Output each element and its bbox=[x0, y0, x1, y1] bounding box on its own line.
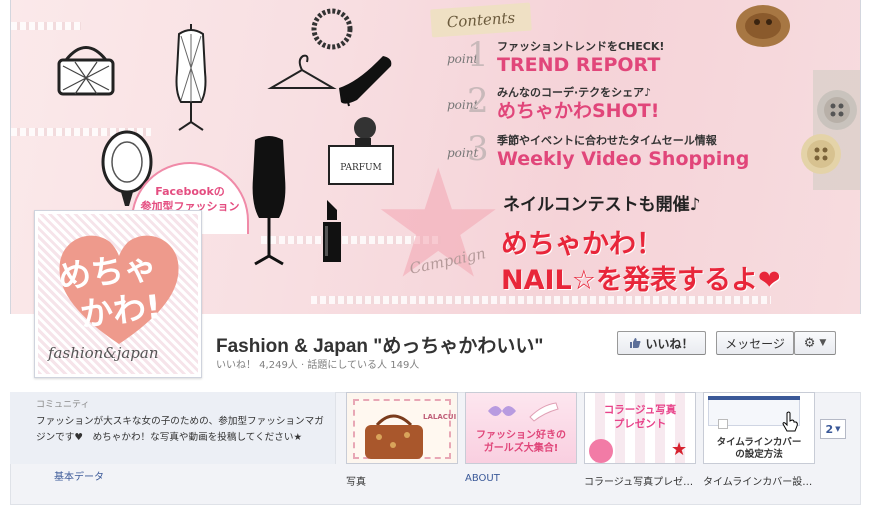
point-title: Weekly Video Shopping bbox=[497, 148, 750, 170]
collage-present-tile[interactable]: コラージュ写真 プレゼント ★ bbox=[584, 392, 696, 464]
photos-tile-label[interactable]: 写真 bbox=[346, 473, 460, 488]
basic-data-link[interactable]: 基本データ bbox=[54, 468, 104, 483]
lace-decoration bbox=[11, 22, 81, 30]
chevron-down-icon: ▼ bbox=[835, 425, 841, 433]
tile-art-text: LALACUI bbox=[423, 413, 457, 421]
necklace-illustration bbox=[311, 8, 353, 50]
collage-present-tile-label[interactable]: コラージュ写真プレゼ… bbox=[584, 473, 698, 488]
point-subtitle: みんなのコーデ·テクをシェア♪ bbox=[497, 86, 652, 99]
timeline-cover-tile-label[interactable]: タイムラインカバー設… bbox=[703, 473, 817, 488]
point-number: 2 bbox=[467, 81, 489, 121]
hand-cursor-icon bbox=[782, 411, 798, 432]
black-dress-form-illustration bbox=[252, 130, 286, 266]
point-1: point 1 ファッショントレンドをCHECK! TREND REPORT bbox=[447, 38, 664, 76]
perfume-illustration: PARFUM bbox=[328, 117, 394, 185]
nail-contest-heading: ネイルコンテストも開催♪ bbox=[503, 195, 701, 215]
message-label: メッセージ bbox=[725, 336, 785, 351]
tile-art-line-1: ファッション好きの bbox=[476, 430, 566, 441]
category-label: コミュニティ bbox=[36, 400, 90, 410]
bag-photo-icon bbox=[365, 414, 423, 459]
more-count: 2 bbox=[825, 422, 834, 436]
timeline-cover-tile[interactable]: タイムラインカバー の設定方法 bbox=[703, 392, 815, 464]
like-button[interactable]: いいね！ bbox=[617, 331, 706, 355]
high-heel-illustration bbox=[339, 56, 392, 107]
flower-decoration bbox=[589, 439, 613, 463]
point-3: point 3 季節やイベントに合わせたタイムセール情報 Weekly Vide… bbox=[447, 132, 749, 170]
point-title: TREND REPORT bbox=[497, 54, 661, 76]
page-stats: いいね！ 4,249人 · 話題にしている人 149人 bbox=[216, 360, 420, 371]
tile-art-line-2: プレゼント bbox=[613, 418, 667, 430]
thumbs-up-icon bbox=[630, 338, 641, 348]
logo-subtitle: fashion&japan bbox=[48, 344, 159, 362]
like-label: いいね！ bbox=[645, 336, 694, 351]
logo-text: めちゃ かわ! bbox=[56, 247, 163, 337]
profile-picture[interactable]: めちゃ かわ! fashion&japan bbox=[34, 210, 202, 378]
point-subtitle: 季節やイベントに合わせたタイムセール情報 bbox=[497, 134, 717, 147]
tile-art-line-1: コラージュ写真 bbox=[603, 404, 677, 416]
nail-headline-line2: NAIL☆を発表するよ❤ bbox=[501, 265, 781, 296]
contents-tag: Contents bbox=[430, 2, 532, 38]
gear-icon: ⚙ bbox=[803, 335, 816, 351]
point-number: 3 bbox=[467, 129, 489, 169]
perfume-label: PARFUM bbox=[340, 163, 382, 173]
about-summary[interactable]: コミュニティ ファッションが大スキな女の子のための、参加型ファッションマガジンで… bbox=[10, 392, 336, 464]
ribbon-shoe-icon bbox=[488, 402, 559, 422]
hanger-illustration bbox=[267, 54, 337, 89]
handbag-illustration bbox=[57, 46, 115, 96]
tile-art-line-2: ガールズ大集合! bbox=[483, 443, 559, 454]
point-number: 1 bbox=[467, 35, 489, 75]
message-button[interactable]: メッセージ bbox=[716, 331, 794, 355]
buttons-illustration bbox=[801, 70, 860, 190]
badge-line-1: Facebookの bbox=[155, 185, 225, 198]
point-subtitle: ファッショントレンドをCHECK! bbox=[497, 40, 665, 53]
wood-button-illustration bbox=[736, 5, 790, 47]
tile-art-line-1: タイムラインカバー bbox=[716, 437, 802, 448]
star-decoration: ★ bbox=[671, 439, 688, 460]
about-tile-label[interactable]: ABOUT bbox=[465, 473, 579, 484]
logo-line-2: かわ! bbox=[78, 286, 163, 335]
page-title: Fashion & Japan "めっちゃかわいい" bbox=[216, 336, 544, 357]
about-description: ファッションが大スキな女の子のための、参加型ファッションマガジンです♥ めちゃか… bbox=[36, 416, 324, 443]
settings-menu-button[interactable]: ⚙ ▼ bbox=[794, 331, 836, 355]
tile-art-line-2: の設定方法 bbox=[735, 449, 783, 460]
point-2: point 2 みんなのコーデ·テクをシェア♪ めちゃかわSHOT! bbox=[447, 84, 659, 122]
photos-tile[interactable]: LALACUI bbox=[346, 392, 458, 464]
lipstick-illustration bbox=[323, 200, 341, 262]
more-apps-button[interactable]: 2 ▼ bbox=[820, 419, 846, 439]
about-tile[interactable]: ファッション好きの ガールズ大集合! bbox=[465, 392, 577, 464]
dress-form-illustration bbox=[175, 24, 207, 131]
facebook-page: ★ PARFUM Contents point 1 ファッショントレンドをCHE… bbox=[0, 0, 871, 506]
chevron-down-icon: ▼ bbox=[819, 338, 827, 348]
nail-headline-line1: めちゃかわ！ bbox=[501, 229, 663, 260]
point-title: めちゃかわSHOT! bbox=[497, 100, 660, 122]
